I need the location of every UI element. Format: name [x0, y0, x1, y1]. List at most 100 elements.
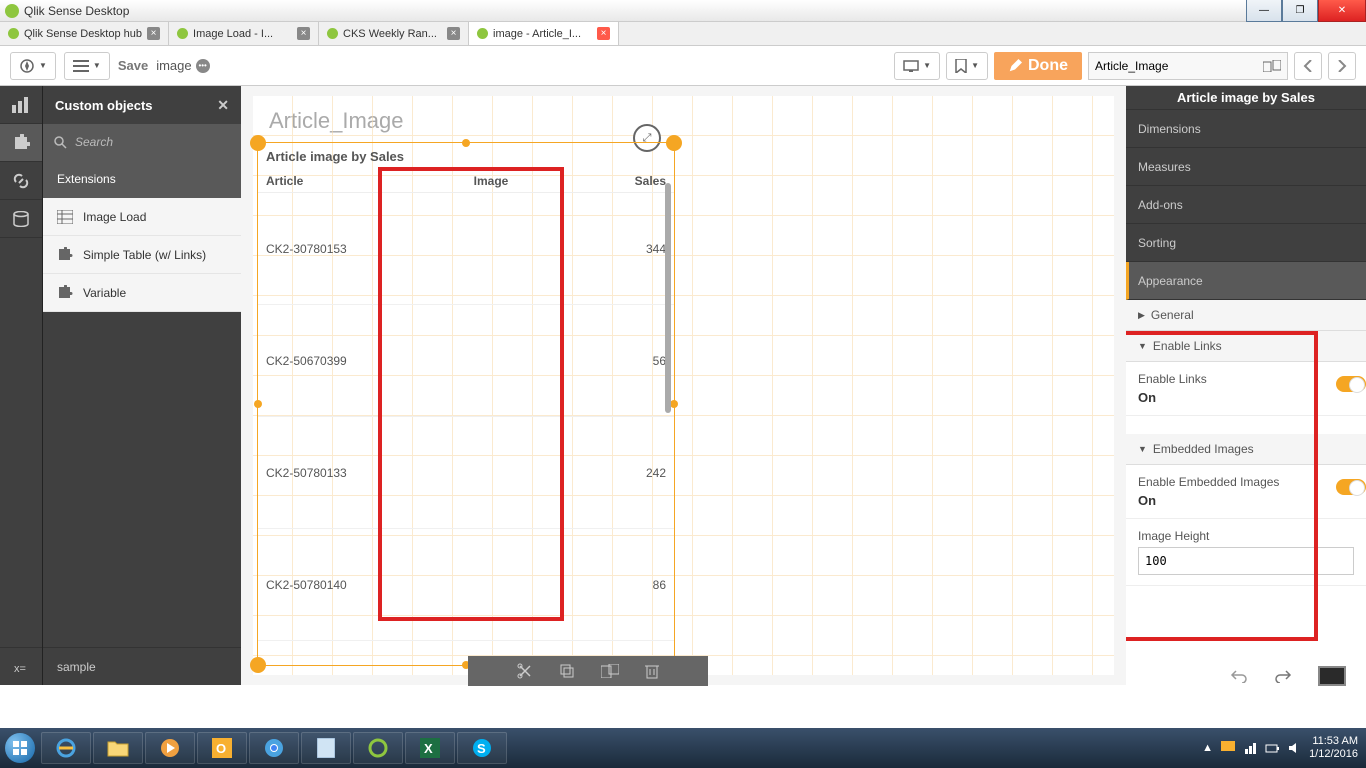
- sheet-name[interactable]: image •••: [156, 58, 209, 73]
- edit-action-bar: [468, 656, 708, 686]
- system-tray[interactable]: ▲ 11:53 AM 1/12/2016: [1202, 735, 1366, 761]
- section-embedded-images[interactable]: ▼Embedded Images: [1126, 434, 1366, 465]
- field-enable-links: Enable Links On: [1126, 362, 1366, 416]
- table-row[interactable]: CK2-5067039956: [258, 305, 674, 417]
- tray-chevron-icon[interactable]: ▲: [1202, 742, 1213, 754]
- section-general[interactable]: ▶General: [1126, 300, 1366, 331]
- close-button[interactable]: ✕: [1318, 0, 1366, 22]
- global-menu-button[interactable]: ▼: [10, 52, 56, 80]
- accordion-sorting[interactable]: Sorting: [1126, 224, 1366, 262]
- ext-image-load[interactable]: Image Load: [43, 198, 241, 236]
- taskbar-qlik[interactable]: [353, 732, 403, 764]
- rail-custom-objects[interactable]: [0, 124, 42, 162]
- ext-variable[interactable]: Variable: [43, 274, 241, 312]
- paste-icon[interactable]: [601, 664, 619, 678]
- object-name-input[interactable]: Article_Image: [1088, 52, 1288, 80]
- taskbar-explorer[interactable]: [93, 732, 143, 764]
- close-icon[interactable]: ✕: [217, 97, 229, 114]
- puzzle-icon: [12, 134, 30, 152]
- accordion-appearance[interactable]: Appearance: [1126, 262, 1366, 300]
- volume-icon[interactable]: [1287, 741, 1301, 755]
- bookmark-button[interactable]: ▼: [946, 52, 988, 80]
- side-bottom-sample[interactable]: sample: [43, 647, 241, 685]
- prev-sheet-button[interactable]: [1294, 52, 1322, 80]
- flag-icon[interactable]: [1221, 741, 1235, 755]
- maximize-button[interactable]: ❐: [1282, 0, 1318, 22]
- canvas[interactable]: Article_Image ⤢ Article image by Sales A…: [241, 86, 1126, 685]
- resize-handle[interactable]: [666, 135, 682, 151]
- view-menu-button[interactable]: ▼: [64, 52, 110, 80]
- section-enable-links[interactable]: ▼Enable Links: [1126, 331, 1366, 362]
- table-row[interactable]: CK2-5078014086: [258, 529, 674, 641]
- accordion-measures[interactable]: Measures: [1126, 148, 1366, 186]
- next-sheet-button[interactable]: [1328, 52, 1356, 80]
- excel-icon: X: [420, 738, 440, 758]
- resize-handle[interactable]: [462, 139, 470, 147]
- left-rail: x=: [0, 86, 43, 685]
- tab-imageload[interactable]: Image Load - I...×: [169, 22, 319, 45]
- rail-master-items[interactable]: [0, 162, 42, 200]
- table-header: Article Image Sales: [258, 170, 674, 193]
- notepad-icon: [317, 738, 335, 758]
- battery-icon[interactable]: [1265, 741, 1279, 755]
- story-icon: •••: [196, 59, 210, 73]
- tab-hub[interactable]: Qlik Sense Desktop hub×: [0, 22, 169, 45]
- network-icon[interactable]: [1243, 741, 1257, 755]
- minimize-button[interactable]: —: [1246, 0, 1282, 22]
- resize-handle[interactable]: [250, 135, 266, 151]
- rail-fields[interactable]: [0, 200, 42, 238]
- app-icon: [5, 4, 19, 18]
- clock[interactable]: 11:53 AM 1/12/2016: [1309, 735, 1358, 761]
- device-preview-button[interactable]: ▼: [894, 52, 940, 80]
- close-icon[interactable]: ×: [297, 27, 310, 40]
- taskbar-ie[interactable]: [41, 732, 91, 764]
- image-height-input[interactable]: [1138, 547, 1354, 575]
- sheet-surface[interactable]: Article_Image ⤢ Article image by Sales A…: [253, 96, 1114, 675]
- svg-text:S: S: [477, 741, 486, 756]
- qlik-icon: [368, 738, 388, 758]
- undo-icon[interactable]: [1230, 669, 1248, 683]
- rail-charts[interactable]: [0, 86, 42, 124]
- search-icon: [53, 135, 67, 149]
- ext-simple-table[interactable]: Simple Table (w/ Links): [43, 236, 241, 274]
- wmp-icon: [160, 738, 180, 758]
- copy-icon[interactable]: [559, 663, 575, 679]
- taskbar-excel[interactable]: X: [405, 732, 455, 764]
- taskbar-outlook[interactable]: O: [197, 732, 247, 764]
- scrollbar[interactable]: [665, 183, 671, 413]
- tab-article-image[interactable]: image - Article_I...×: [469, 22, 619, 45]
- taskbar-wmp[interactable]: [145, 732, 195, 764]
- start-button[interactable]: [0, 728, 40, 768]
- chart-title: Article image by Sales: [258, 143, 674, 170]
- table-row[interactable]: CK2-50780133242: [258, 417, 674, 529]
- delete-icon[interactable]: [645, 663, 659, 679]
- chrome-icon: [264, 738, 284, 758]
- close-icon[interactable]: ×: [447, 27, 460, 40]
- svg-text:X: X: [424, 741, 433, 756]
- table-row[interactable]: CK2-30780153344: [258, 193, 674, 305]
- side-panel: Custom objects ✕ Search Extensions Image…: [43, 86, 241, 685]
- taskbar-skype[interactable]: S: [457, 732, 507, 764]
- toggle-embedded[interactable]: [1336, 479, 1366, 495]
- taskbar-notepad[interactable]: [301, 732, 351, 764]
- search-input[interactable]: Search: [43, 124, 241, 160]
- tab-cks[interactable]: CKS Weekly Ran...×: [319, 22, 469, 45]
- fullscreen-icon[interactable]: [1318, 666, 1346, 686]
- close-icon[interactable]: ×: [597, 27, 610, 40]
- toggle-enable-links[interactable]: [1336, 376, 1366, 392]
- accordion-dimensions[interactable]: Dimensions: [1126, 110, 1366, 148]
- resize-handle[interactable]: [250, 657, 266, 673]
- done-button[interactable]: Done: [994, 52, 1082, 80]
- close-icon[interactable]: ×: [147, 27, 160, 40]
- side-section-extensions[interactable]: Extensions: [43, 160, 241, 198]
- redo-icon[interactable]: [1274, 669, 1292, 683]
- save-button[interactable]: Save: [118, 58, 148, 73]
- window-title: Qlik Sense Desktop: [24, 4, 129, 18]
- resize-handle[interactable]: [670, 400, 678, 408]
- accordion-addons[interactable]: Add-ons: [1126, 186, 1366, 224]
- selected-chart[interactable]: Article image by Sales Article Image Sal…: [257, 142, 675, 666]
- taskbar-chrome[interactable]: [249, 732, 299, 764]
- resize-handle[interactable]: [254, 400, 262, 408]
- rail-variables[interactable]: x=: [0, 647, 42, 685]
- cut-icon[interactable]: [517, 663, 533, 679]
